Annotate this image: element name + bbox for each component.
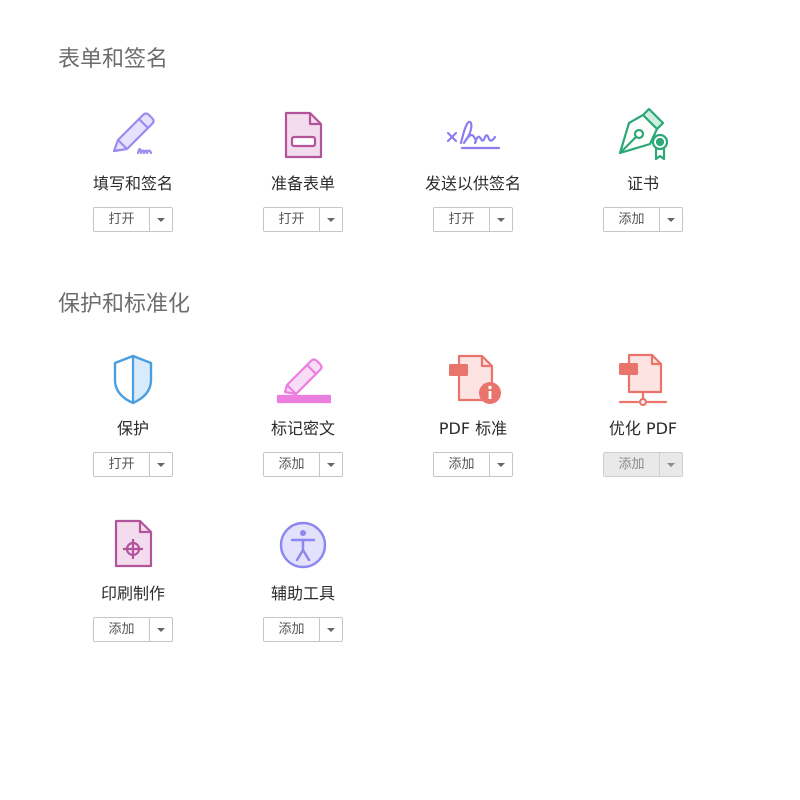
tool-prepare-form[interactable]: 准备表单 打开 (218, 107, 388, 267)
add-button[interactable]: 添加 (264, 453, 320, 476)
tool-certificate[interactable]: 证书 添加 (558, 107, 728, 267)
certificate-icon[interactable] (615, 107, 671, 163)
add-button[interactable]: 添加 (604, 453, 660, 476)
add-split-button[interactable]: 添加 (263, 452, 343, 477)
dropdown-arrow-button[interactable] (150, 618, 172, 641)
chevron-down-icon (497, 462, 505, 467)
tool-label: 保护 (116, 419, 149, 438)
add-button[interactable]: 添加 (434, 453, 490, 476)
dropdown-arrow-button[interactable] (490, 453, 512, 476)
open-button[interactable]: 打开 (94, 208, 150, 231)
tool-label: 发送以供签名 (424, 174, 521, 193)
chevron-down-icon (497, 217, 505, 222)
chevron-down-icon (667, 462, 675, 467)
dropdown-arrow-button[interactable] (320, 208, 342, 231)
open-split-button[interactable]: 打开 (433, 207, 513, 232)
open-button[interactable]: 打开 (94, 453, 150, 476)
tool-label: 填写和签名 (92, 174, 173, 193)
accessibility-icon[interactable] (275, 517, 331, 573)
tool-optimize-pdf[interactable]: 优化 PDF 添加 (558, 352, 728, 512)
chevron-down-icon (157, 627, 165, 632)
chevron-down-icon (327, 627, 335, 632)
fill-sign-icon[interactable] (105, 107, 161, 163)
tool-label: 准备表单 (270, 174, 335, 193)
dropdown-arrow-button[interactable] (660, 453, 682, 476)
dropdown-arrow-button[interactable] (150, 453, 172, 476)
section-title: 保护和标准化 (58, 292, 191, 317)
open-split-button[interactable]: 打开 (263, 207, 343, 232)
section-title: 表单和签名 (58, 47, 169, 72)
add-split-button[interactable]: 添加 (603, 207, 683, 232)
add-button[interactable]: 添加 (94, 618, 150, 641)
dropdown-arrow-button[interactable] (320, 453, 342, 476)
chevron-down-icon (667, 217, 675, 222)
optimize-pdf-icon[interactable] (615, 352, 671, 408)
tool-print-production[interactable]: 印刷制作 添加 (48, 517, 218, 677)
tool-protect[interactable]: 保护 打开 (48, 352, 218, 512)
dropdown-arrow-button[interactable] (490, 208, 512, 231)
tool-accessibility[interactable]: 辅助工具 添加 (218, 517, 388, 677)
tool-label: 优化 PDF (608, 419, 678, 438)
tool-pdf-standards[interactable]: PDF 标准 添加 (388, 352, 558, 512)
tool-fill-sign[interactable]: 填写和签名 打开 (48, 107, 218, 267)
open-button[interactable]: 打开 (434, 208, 490, 231)
print-production-icon[interactable] (105, 517, 161, 573)
chevron-down-icon (157, 217, 165, 222)
send-signature-icon[interactable] (445, 107, 501, 163)
dropdown-arrow-button[interactable] (320, 618, 342, 641)
pdf-standards-icon[interactable] (445, 352, 501, 408)
tool-send-signature[interactable]: 发送以供签名 打开 (388, 107, 558, 267)
add-split-button[interactable]: 添加 (263, 617, 343, 642)
chevron-down-icon (327, 462, 335, 467)
add-split-button[interactable]: 添加 (603, 452, 683, 477)
tool-label: 辅助工具 (270, 584, 335, 603)
dropdown-arrow-button[interactable] (660, 208, 682, 231)
tool-redact[interactable]: 标记密文 添加 (218, 352, 388, 512)
add-button[interactable]: 添加 (604, 208, 660, 231)
shield-icon[interactable] (105, 352, 161, 408)
add-split-button[interactable]: 添加 (93, 617, 173, 642)
dropdown-arrow-button[interactable] (150, 208, 172, 231)
tool-label: 证书 (626, 174, 659, 193)
open-split-button[interactable]: 打开 (93, 207, 173, 232)
redact-icon[interactable] (275, 352, 331, 408)
add-split-button[interactable]: 添加 (433, 452, 513, 477)
prepare-form-icon[interactable] (275, 107, 331, 163)
chevron-down-icon (157, 462, 165, 467)
add-button[interactable]: 添加 (264, 618, 320, 641)
tool-label: 印刷制作 (100, 584, 165, 603)
tool-label: PDF 标准 (438, 419, 508, 438)
tool-label: 标记密文 (270, 419, 335, 438)
open-split-button[interactable]: 打开 (93, 452, 173, 477)
chevron-down-icon (327, 217, 335, 222)
open-button[interactable]: 打开 (264, 208, 320, 231)
tools-page: 表单和签名 填写和签名 打开 准备表单 打开 发送以供签名 打开 证书 添加 保… (0, 0, 800, 800)
